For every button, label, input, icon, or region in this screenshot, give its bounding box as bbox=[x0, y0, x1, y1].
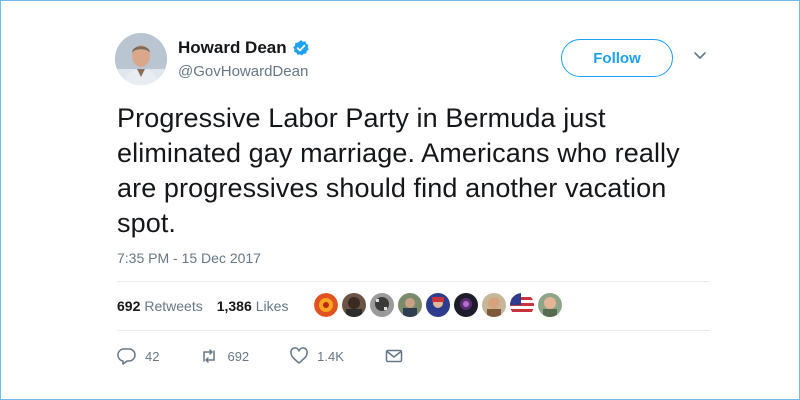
retweets-label: Retweets bbox=[144, 298, 203, 314]
liker-avatar[interactable] bbox=[481, 292, 507, 318]
verified-badge-icon bbox=[292, 40, 309, 56]
heart-icon bbox=[290, 347, 308, 364]
liker-avatar[interactable] bbox=[453, 292, 479, 318]
retweet-action[interactable]: 692 bbox=[199, 346, 249, 366]
reply-count: 42 bbox=[145, 348, 160, 364]
envelope-icon bbox=[385, 349, 403, 363]
liker-avatar[interactable] bbox=[509, 292, 535, 318]
liker-avatar[interactable] bbox=[369, 292, 395, 318]
retweet-icon bbox=[203, 349, 216, 363]
divider-bottom bbox=[117, 330, 710, 331]
liker-avatar[interactable] bbox=[341, 292, 367, 318]
engagement-stats: 692 Retweets 1,386 Likes bbox=[117, 298, 288, 314]
author-handle[interactable]: @GovHowardDean bbox=[178, 63, 308, 80]
likes-stat[interactable]: 1,386 Likes bbox=[217, 298, 289, 314]
retweets-stat[interactable]: 692 Retweets bbox=[117, 298, 203, 314]
tweet-text: Progressive Labor Party in Bermuda just … bbox=[117, 103, 680, 238]
tweet-actions: 42 692 1.4K bbox=[117, 346, 444, 366]
likes-label: Likes bbox=[255, 298, 289, 314]
divider-top bbox=[117, 281, 710, 282]
liker-avatar[interactable] bbox=[313, 292, 339, 318]
author-avatar[interactable] bbox=[115, 33, 167, 85]
tweet-timestamp[interactable]: 7:35 PM - 15 Dec 2017 bbox=[117, 250, 261, 266]
liker-avatar[interactable] bbox=[537, 292, 563, 318]
reply-action[interactable]: 42 bbox=[117, 346, 159, 366]
liker-avatars bbox=[313, 292, 563, 318]
like-action[interactable]: 1.4K bbox=[289, 346, 344, 366]
retweets-count: 692 bbox=[117, 298, 141, 314]
author-name[interactable]: Howard Dean bbox=[178, 38, 310, 58]
follow-button[interactable]: Follow bbox=[561, 39, 673, 77]
likes-count: 1,386 bbox=[216, 298, 252, 314]
like-count: 1.4K bbox=[317, 348, 344, 364]
reply-icon bbox=[117, 348, 136, 365]
author-name-text: Howard Dean bbox=[178, 38, 287, 57]
liker-avatar[interactable] bbox=[425, 292, 451, 318]
liker-avatar[interactable] bbox=[397, 292, 423, 318]
retweet-count: 692 bbox=[227, 348, 250, 364]
message-action[interactable] bbox=[384, 346, 404, 366]
chevron-down-icon[interactable] bbox=[692, 50, 708, 62]
